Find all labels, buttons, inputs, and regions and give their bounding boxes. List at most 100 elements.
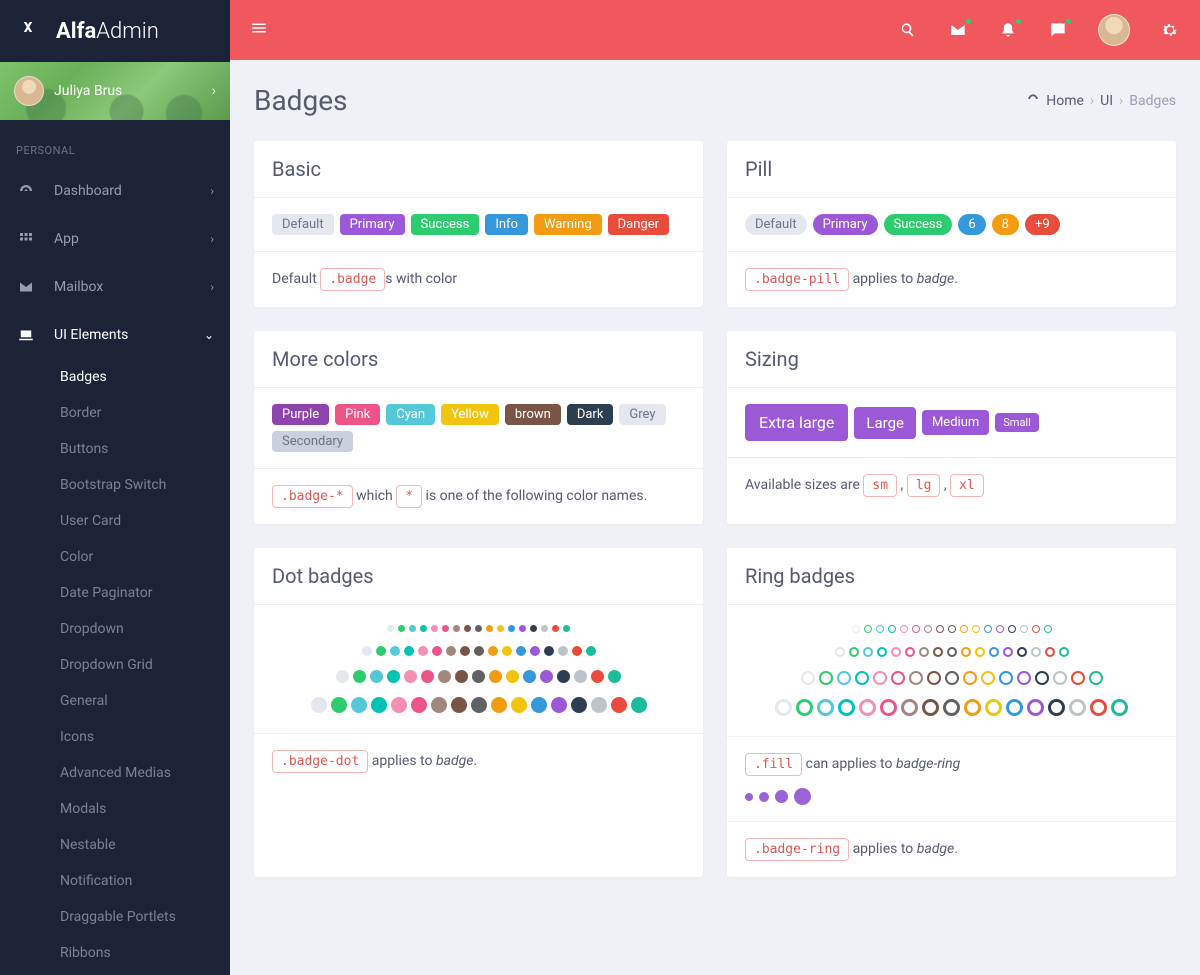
- search-icon[interactable]: [898, 20, 918, 40]
- footer-em: badge-ring: [896, 756, 960, 772]
- footer-text: applies to: [368, 753, 436, 769]
- card-footer: Available sizes are sm , lg , xl: [727, 458, 1176, 513]
- sidebar-subitem[interactable]: Draggable Portlets: [0, 899, 230, 935]
- sidebar-item-dashboard[interactable]: Dashboard ›: [0, 167, 230, 215]
- ring-icon: [817, 699, 834, 716]
- ring-icon: [1017, 671, 1031, 685]
- sidebar-subitem[interactable]: Nestable: [0, 827, 230, 863]
- sidebar-subitem[interactable]: User Card: [0, 503, 230, 539]
- breadcrumb-home[interactable]: Home: [1046, 93, 1084, 109]
- ring-icon: [864, 625, 872, 633]
- dashboard-icon: [1026, 92, 1040, 110]
- avatar[interactable]: [1098, 14, 1130, 46]
- dot-icon: [544, 646, 554, 656]
- sidebar-subitem[interactable]: Border: [0, 395, 230, 431]
- sidebar-subitem[interactable]: Icons: [0, 719, 230, 755]
- dot-icon: [431, 625, 438, 632]
- dot-icon: [311, 697, 327, 713]
- sidebar-subitem[interactable]: Notification: [0, 863, 230, 899]
- ring-icon: [999, 671, 1013, 685]
- footer-text: is one of the following color names.: [422, 488, 647, 504]
- card-title: Dot badges: [272, 564, 685, 588]
- sidebar-subitem[interactable]: Buttons: [0, 431, 230, 467]
- dot-icon: [370, 670, 383, 683]
- dot-icon: [574, 670, 587, 683]
- ring-icon: [1069, 699, 1086, 716]
- breadcrumb: Home › UI › Badges: [1026, 92, 1176, 110]
- sidebar-subitem[interactable]: Bootstrap Switch: [0, 467, 230, 503]
- sidebar-subitem[interactable]: Advanced Medias: [0, 755, 230, 791]
- sidebar-subitem[interactable]: Ribbons: [0, 935, 230, 971]
- gear-icon[interactable]: [1160, 20, 1180, 40]
- dot-icon: [540, 670, 553, 683]
- dot-icon: [431, 697, 447, 713]
- ring-row: [745, 643, 1158, 661]
- ring-icon: [876, 625, 884, 633]
- sidebar-subitem[interactable]: General: [0, 683, 230, 719]
- dot-icon: [497, 625, 504, 632]
- dot-icon: [591, 697, 607, 713]
- sidebar-subitem[interactable]: Color: [0, 539, 230, 575]
- ring-icon: [891, 647, 901, 657]
- card-ring-badges: Ring badges .fill can applies to badge-r…: [727, 548, 1176, 877]
- sidebar-subitem[interactable]: Dropdown: [0, 611, 230, 647]
- code-tag: .fill: [745, 753, 802, 776]
- ring-icon: [891, 671, 905, 685]
- profile-banner[interactable]: Juliya Brus ›: [0, 62, 230, 120]
- dot-icon: [409, 625, 416, 632]
- avatar: [14, 76, 44, 106]
- sidebar-nav: PERSONAL Dashboard › App › Mailbox: [0, 120, 230, 975]
- ring-icon: [835, 647, 845, 657]
- dot-row: [272, 621, 685, 636]
- laptop-icon: [16, 326, 36, 344]
- menu-toggle-icon[interactable]: [250, 19, 268, 42]
- ring-icon: [1090, 699, 1107, 716]
- sidebar-item-app[interactable]: App ›: [0, 215, 230, 263]
- card-footer: .badge-dot applies to badge.: [254, 734, 703, 789]
- sidebar-item-ui-elements[interactable]: UI Elements ⌄: [0, 311, 230, 359]
- badge-primary: Primary: [340, 214, 405, 235]
- ring-icon: [852, 625, 860, 633]
- code-tag: .badge-pill: [745, 268, 849, 291]
- footer-em: badge: [436, 753, 474, 769]
- sidebar: AlfaAdmin Juliya Brus › PERSONAL Dashboa…: [0, 0, 230, 975]
- brand-logo[interactable]: AlfaAdmin: [0, 0, 230, 62]
- badge-warning: Warning: [534, 214, 602, 235]
- dot-icon: [446, 646, 456, 656]
- dot-icon: [453, 625, 460, 632]
- footer-text: Default: [272, 271, 320, 287]
- sidebar-item-mailbox[interactable]: Mailbox ›: [0, 263, 230, 311]
- sidebar-subitem[interactable]: Dropdown Grid: [0, 647, 230, 683]
- dot-icon: [506, 670, 519, 683]
- sidebar-subitem[interactable]: Modals: [0, 791, 230, 827]
- sidebar-subitem[interactable]: Date Paginator: [0, 575, 230, 611]
- code-tag: .badge-*: [272, 485, 353, 508]
- sidebar-subitem[interactable]: Badges: [0, 359, 230, 395]
- dot-icon: [794, 788, 811, 805]
- dot-icon: [472, 670, 485, 683]
- dot-icon: [418, 646, 428, 656]
- dot-icon: [398, 625, 405, 632]
- ui-subnav: BadgesBorderButtonsBootstrap SwitchUser …: [0, 359, 230, 971]
- mail-icon[interactable]: [948, 20, 968, 40]
- breadcrumb-ui[interactable]: UI: [1100, 93, 1113, 109]
- card-footer: .fill can applies to badge-ring: [727, 737, 1176, 822]
- dot-icon: [586, 646, 596, 656]
- brand-bold: Alfa: [56, 19, 96, 44]
- ring-icon: [888, 625, 896, 633]
- badge-default: Default: [745, 214, 807, 235]
- dot-icon: [387, 670, 400, 683]
- grid-icon: [16, 230, 36, 248]
- chat-icon[interactable]: [1048, 20, 1068, 40]
- ring-icon: [1044, 625, 1052, 633]
- code-tag: .badge: [320, 268, 385, 291]
- code-tag: lg: [907, 474, 941, 497]
- bell-icon[interactable]: [998, 20, 1018, 40]
- dashboard-icon: [16, 182, 36, 200]
- card-pill: Pill Default Primary Success 6 8 +9 .bad…: [727, 141, 1176, 307]
- dot-icon: [464, 625, 471, 632]
- dot-icon: [523, 670, 536, 683]
- ring-icon: [819, 671, 833, 685]
- badge-info: Info: [485, 214, 528, 235]
- ring-icon: [905, 647, 915, 657]
